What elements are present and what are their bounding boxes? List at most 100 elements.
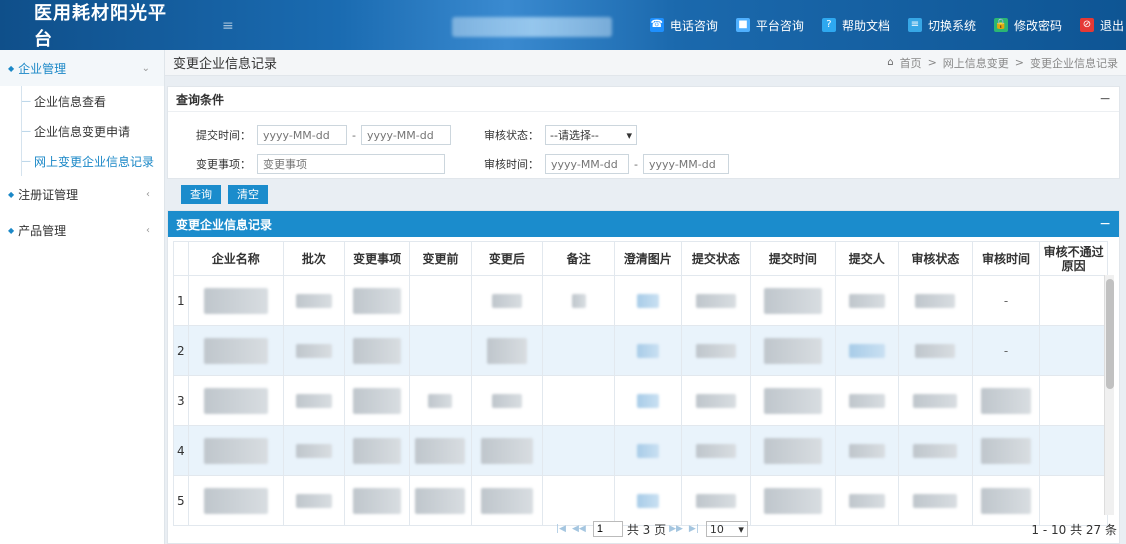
pagination-summary: 1 - 10 共 27 条: [1031, 522, 1117, 537]
prev-page-icon[interactable]: ◀◀: [572, 524, 586, 534]
review-time-start-input[interactable]: [545, 154, 629, 174]
column-header: 审核时间: [971, 241, 1041, 276]
sidebar-group-product[interactable]: ◆ 产品管理 ‹: [0, 212, 164, 248]
sidebar-item-change-apply[interactable]: — 企业信息变更申请: [22, 116, 164, 146]
dropdown-arrow-icon: ▾: [626, 128, 632, 142]
switch-system-button[interactable]: ≡ 切换系统: [907, 17, 976, 34]
sidebar-group-label: 注册证管理: [18, 187, 79, 202]
review-time-end-input[interactable]: [642, 154, 729, 174]
review-status-row: 审核状态： --请选择-- ▾: [484, 124, 637, 146]
last-page-icon[interactable]: ▶|: [689, 524, 699, 534]
table-row[interactable]: 5: [173, 475, 1108, 526]
collapse-button[interactable]: −: [1099, 91, 1111, 107]
table-cell: [343, 475, 411, 526]
column-header: 审核状态: [897, 241, 973, 276]
phone-consult-label: 电话咨询: [669, 18, 718, 33]
page-title: 变更企业信息记录: [173, 57, 278, 72]
change-password-button[interactable]: 🔒 修改密码: [993, 17, 1062, 34]
page-size-select[interactable]: 10 ▾: [705, 521, 748, 537]
table-cell: [542, 425, 616, 476]
bullet-icon: ◆: [8, 63, 15, 73]
breadcrumb-current: 变更企业信息记录: [1030, 56, 1118, 70]
table-cell[interactable]: [614, 275, 682, 326]
submit-time-label: 提交时间：: [196, 129, 251, 142]
table-cell: [834, 275, 899, 326]
sidebar-group-registration[interactable]: ◆ 注册证管理 ‹: [0, 176, 164, 212]
column-header: 变更前: [409, 241, 472, 276]
search-button[interactable]: 查询: [181, 185, 221, 204]
query-panel: 查询条件 − 提交时间： - 审核状态： --请选择-- ▾ 变更事项： 审核时…: [167, 86, 1120, 179]
platform-consult-button[interactable]: ■ 平台咨询: [735, 17, 804, 34]
row-number: 5: [173, 475, 189, 526]
collapse-button[interactable]: −: [1099, 216, 1111, 232]
query-buttons: 查询 清空: [181, 185, 275, 204]
table-cell: [1039, 275, 1108, 326]
table-cell: [282, 275, 345, 326]
table-cell: [470, 275, 544, 326]
table-cell: [680, 375, 752, 426]
next-page-icon[interactable]: ▶▶: [669, 524, 683, 534]
table-cell[interactable]: [614, 475, 682, 526]
table-cell: [409, 275, 472, 326]
table-row[interactable]: 3: [173, 375, 1108, 426]
grid-panel: 变更企业信息记录 − 企业名称 批次 变更事项 变更前 变更后 备注 澄清图片 …: [167, 210, 1120, 544]
row-number: 1: [173, 275, 189, 326]
first-page-icon[interactable]: |◀: [556, 524, 566, 534]
table-cell: [470, 425, 544, 476]
sidebar-group-label: 产品管理: [18, 223, 67, 238]
logout-button[interactable]: ⊘ 退出: [1079, 17, 1124, 34]
home-icon: ⌂: [887, 57, 894, 68]
change-item-input[interactable]: [257, 154, 445, 174]
table-row[interactable]: 4: [173, 425, 1108, 476]
chat-icon: ■: [735, 18, 750, 32]
table-row[interactable]: 1 -: [173, 275, 1108, 326]
vertical-scrollbar[interactable]: [1104, 275, 1114, 515]
logout-label: 退出: [1099, 18, 1124, 33]
column-header: 企业名称: [187, 241, 284, 276]
table-cell: [343, 275, 411, 326]
switch-system-label: 切换系统: [927, 18, 976, 33]
review-time-label: 审核时间：: [484, 158, 539, 171]
help-doc-button[interactable]: ? 帮助文档: [821, 17, 890, 34]
table-cell: [680, 275, 752, 326]
page-size-value: 10: [709, 522, 724, 536]
breadcrumb-online-change[interactable]: 网上信息变更: [943, 55, 1009, 71]
table-row[interactable]: 2 -: [173, 325, 1108, 376]
clear-button[interactable]: 清空: [228, 185, 268, 204]
sidebar-group-enterprise[interactable]: ◆ 企业管理 ⌄: [0, 50, 164, 86]
table-cell: [542, 275, 616, 326]
chevron-left-icon: ‹: [146, 224, 150, 236]
review-status-select[interactable]: --请选择-- ▾: [545, 125, 637, 145]
submit-time-end-input[interactable]: [360, 125, 451, 145]
phone-consult-button[interactable]: ☎ 电话咨询: [649, 17, 718, 34]
change-item-row: 变更事项：: [196, 153, 445, 175]
sidebar-item-label: 企业信息查看: [34, 94, 107, 109]
table-cell: [750, 475, 836, 526]
breadcrumb-home[interactable]: 首页: [900, 55, 922, 71]
help-icon: ?: [821, 18, 836, 32]
column-header: 提交状态: [680, 241, 752, 276]
table-cell: [834, 425, 899, 476]
table-cell: [470, 325, 544, 376]
scrollbar-thumb[interactable]: [1106, 279, 1114, 389]
switch-icon: ≡: [907, 18, 922, 32]
submit-time-start-input[interactable]: [257, 125, 347, 145]
table-cell: [343, 325, 411, 376]
table-cell[interactable]: [614, 375, 682, 426]
total-pages: 共 3 页: [626, 522, 667, 537]
page-number-input[interactable]: [592, 521, 623, 537]
table-cell: [187, 275, 284, 326]
logo-area: 医用耗材阳光平台: [0, 0, 175, 50]
table-cell[interactable]: [614, 325, 682, 376]
app-logo: 医用耗材阳光平台: [34, 3, 167, 50]
sidebar-item-enterprise-view[interactable]: — 企业信息查看: [22, 86, 164, 116]
menu-toggle-icon[interactable]: ≡: [222, 18, 236, 34]
table-cell[interactable]: [614, 425, 682, 476]
table-cell: [834, 375, 899, 426]
table-cell: [542, 375, 616, 426]
query-panel-title: 查询条件: [176, 92, 225, 107]
column-header: 批次: [282, 241, 345, 276]
tree-line-icon: —: [22, 155, 31, 167]
sidebar: ◆ 企业管理 ⌄ — 企业信息查看 — 企业信息变更申请 — 网上变更企业信息记…: [0, 50, 165, 544]
sidebar-item-change-record[interactable]: — 网上变更企业信息记录: [22, 146, 164, 176]
